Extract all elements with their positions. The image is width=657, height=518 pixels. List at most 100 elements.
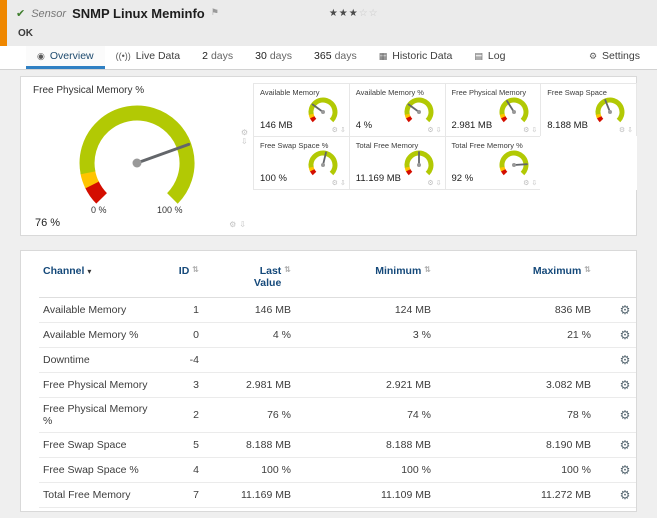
maximum-cell: [435, 347, 595, 373]
gauge-pin-icon[interactable]: ⇩: [531, 126, 537, 134]
sort-arrows-icon: ⇅: [424, 265, 431, 274]
channel-name-cell[interactable]: Free Swap Space: [39, 432, 159, 458]
column-header-id[interactable]: ID ⇅: [159, 259, 203, 298]
channel-settings-gear-icon[interactable]: ⚙: [427, 179, 433, 187]
tab-label: Historic Data: [392, 50, 453, 62]
maximum-cell: 21 %: [435, 322, 595, 348]
edit-channel-gear-icon[interactable]: ⚙: [620, 438, 631, 452]
last-value-cell: [203, 347, 295, 373]
channel-settings-gear-icon[interactable]: ⚙: [523, 179, 529, 187]
edit-channel-gear-icon[interactable]: ⚙: [620, 378, 631, 392]
last-value-cell: 4 %: [203, 322, 295, 348]
maximum-cell: 100 %: [435, 457, 595, 483]
column-header-min[interactable]: Minimum ⇅: [295, 259, 435, 298]
edit-channel-gear-icon[interactable]: ⚙: [620, 408, 631, 422]
settings-gear-icon: ⚙: [588, 50, 598, 61]
gauge-pin-icon[interactable]: ⇩: [241, 138, 248, 146]
channel-settings-gear-icon[interactable]: ⚙: [523, 126, 529, 134]
channel-name-cell[interactable]: Available Memory %: [39, 322, 159, 348]
channel-row[interactable]: Downtime -4 ⚙: [39, 347, 636, 373]
primary-gauge-title: Free Physical Memory %: [33, 85, 145, 96]
minimum-cell: 8.188 MB: [295, 432, 435, 458]
channel-row[interactable]: Available Memory 1 146 MB 124 MB 836 MB ⚙: [39, 298, 636, 323]
mini-gauges-grid: Available Memory 146 MB ⚙ ⇩ Available Memory…: [253, 77, 637, 235]
channel-name-cell[interactable]: Downtime: [39, 347, 159, 373]
object-kind-label: Sensor: [31, 7, 67, 20]
sensor-header: ✔ Sensor SNMP Linux Meminfo ⚑ ★★★☆☆ OK: [0, 0, 657, 46]
edit-channel-gear-icon[interactable]: ⚙: [620, 463, 631, 477]
tab-365-days[interactable]: 365 days: [303, 46, 368, 69]
channel-name-cell[interactable]: Available Memory: [39, 298, 159, 323]
log-icon: ▤: [474, 50, 483, 61]
edit-channel-gear-icon[interactable]: ⚙: [620, 303, 631, 317]
channel-row[interactable]: Free Physical Memory % 2 76 % 74 % 78 % ⚙: [39, 397, 636, 433]
mini-gauge-free-swap-space[interactable]: Free Swap Space 8.188 MB ⚙ ⇩: [540, 83, 637, 137]
mini-gauge-total-free-memory-percent[interactable]: Total Free Memory % 92 % ⚙ ⇩: [444, 136, 542, 190]
priority-stars[interactable]: ★★★☆☆: [329, 8, 379, 19]
channel-settings-gear-icon[interactable]: ⚙: [619, 126, 625, 134]
mini-gauge-value: 4 %: [355, 120, 373, 131]
tab-2-days[interactable]: 2 days: [191, 46, 244, 69]
sort-caret-icon: ▾: [87, 267, 92, 276]
historic-data-icon: ▦: [378, 50, 388, 61]
channel-name-cell[interactable]: Free Swap Space %: [39, 457, 159, 483]
channel-name-cell[interactable]: Free Physical Memory: [39, 372, 159, 398]
channel-id-cell: 3: [159, 372, 203, 398]
sort-arrows-icon: ⇅: [192, 265, 199, 274]
mini-gauge-value: 92 %: [451, 173, 474, 184]
mini-gauge-value: 146 MB: [260, 120, 293, 131]
mini-gauge-available-memory[interactable]: Available Memory 146 MB ⚙ ⇩: [253, 83, 350, 137]
channel-id-cell: 6: [159, 507, 203, 511]
column-header-last[interactable]: Last Value⇅: [203, 259, 295, 298]
primary-gauge-value: 76 %: [35, 217, 61, 229]
column-header-label: Minimum: [375, 265, 422, 277]
tab-30-days[interactable]: 30 days: [244, 46, 303, 69]
mini-gauge-available-memory-percent[interactable]: Available Memory % 4 % ⚙ ⇩: [348, 83, 446, 137]
stars-filled: ★★★: [328, 8, 359, 19]
channel-row[interactable]: Available Memory % 0 4 % 3 % 21 % ⚙: [39, 322, 636, 348]
channel-row[interactable]: Free Physical Memory 3 2.981 MB 2.921 MB 3.0…: [39, 372, 636, 398]
mini-gauge-total-free-memory[interactable]: Total Free Memory 11.169 MB ⚙ ⇩: [348, 136, 446, 190]
mini-gauge-free-physical-memory[interactable]: Free Physical Memory 2.981 MB ⚙ ⇩: [444, 83, 542, 137]
channel-settings-gear-icon[interactable]: ⚙: [241, 129, 248, 137]
mini-gauge-free-swap-space-percent[interactable]: Free Swap Space % 100 % ⚙ ⇩: [253, 136, 350, 190]
column-header-max[interactable]: Maximum ⇅: [435, 259, 595, 298]
gauge-pin-icon[interactable]: ⇩: [436, 179, 442, 187]
gauge-pin-icon[interactable]: ⇩: [239, 220, 246, 229]
gauge-pin-icon[interactable]: ⇩: [340, 126, 346, 134]
primary-gauge-tile[interactable]: Free Physical Memory % 76 % 0 % 100 % ⚙ …: [21, 77, 253, 235]
channel-settings-gear-icon[interactable]: ⚙: [229, 220, 236, 229]
tab-log[interactable]: ▤ Log: [463, 46, 516, 69]
tab-historic-data[interactable]: ▦ Historic Data: [368, 46, 464, 69]
maximum-cell: 836 MB: [554, 304, 591, 316]
tab-settings[interactable]: ⚙ Settings: [578, 46, 651, 69]
tab-label: days: [269, 50, 293, 62]
edit-channel-gear-icon[interactable]: ⚙: [620, 328, 631, 342]
channel-settings-gear-icon[interactable]: ⚙: [427, 126, 433, 134]
column-header-label: Channel: [43, 265, 85, 277]
tab-live-data[interactable]: ((•)) Live Data: [105, 46, 192, 69]
priority-flag-icon[interactable]: ⚑: [211, 7, 219, 18]
tab-bar: ◉ Overview ((•)) Live Data 2 days 30 days 365 day…: [0, 46, 657, 70]
gauge-pin-icon[interactable]: ⇩: [627, 126, 633, 134]
channel-settings-gear-icon[interactable]: ⚙: [332, 126, 338, 134]
tab-overview[interactable]: ◉ Overview: [26, 46, 105, 69]
column-header-channel[interactable]: Channel ▾: [39, 259, 159, 298]
channel-name-cell[interactable]: Free Physical Memory %: [39, 397, 159, 433]
channel-name-cell[interactable]: Total Free Memory: [39, 482, 159, 508]
channel-row[interactable]: Free Swap Space % 4 100 % 100 % 100 % ⚙: [39, 457, 636, 483]
channel-name-cell[interactable]: Total Free Memory %: [39, 507, 159, 511]
edit-channel-gear-icon[interactable]: ⚙: [620, 488, 631, 502]
channel-row[interactable]: Total Free Memory %692 %92 %93 %⚙: [39, 507, 636, 511]
edit-channel-gear-icon[interactable]: ⚙: [620, 353, 631, 367]
gauge-pin-icon[interactable]: ⇩: [436, 126, 442, 134]
gauge-pin-icon[interactable]: ⇩: [531, 179, 537, 187]
channel-row[interactable]: Total Free Memory 7 11.169 MB 11.109 MB 11.2…: [39, 482, 636, 508]
channel-row[interactable]: Free Swap Space 5 8.188 MB 8.188 MB 8.190 MB…: [39, 432, 636, 458]
gauge-scale-max: 100 %: [157, 205, 183, 215]
last-value-cell: 100 %: [203, 457, 295, 483]
channel-settings-gear-icon[interactable]: ⚙: [332, 179, 338, 187]
gauge-pin-icon[interactable]: ⇩: [340, 179, 346, 187]
minimum-cell: 2.921 MB: [295, 372, 435, 398]
sort-arrows-icon: ⇅: [584, 265, 591, 274]
